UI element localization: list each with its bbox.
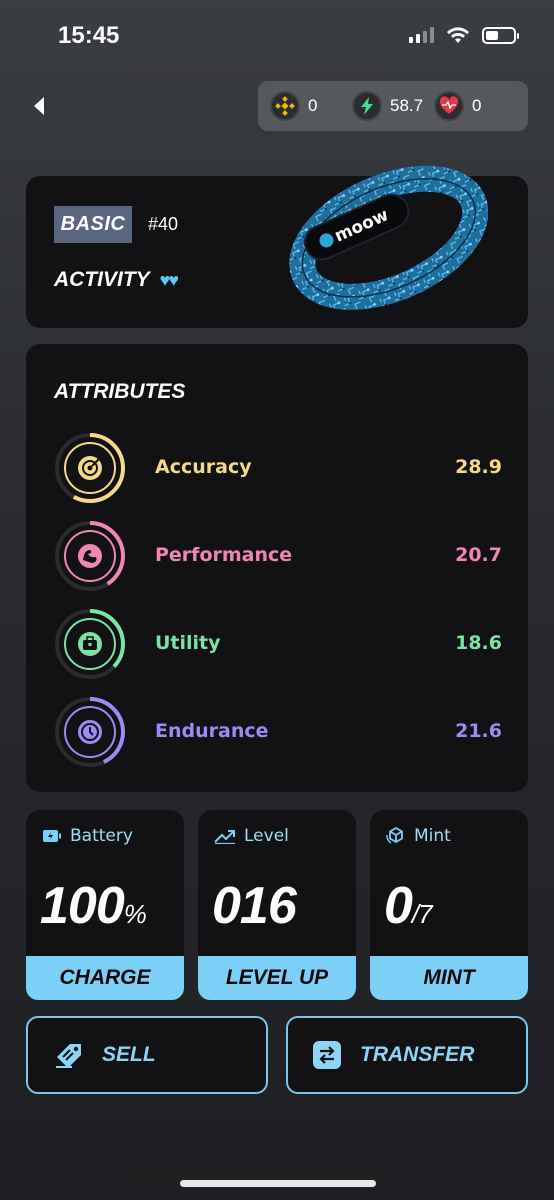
battery-card: Battery 100% CHARGE: [26, 810, 184, 1000]
level-card: Level 016 LEVEL UP: [198, 810, 356, 1000]
transfer-label: TRANSFER: [360, 1043, 475, 1066]
transfer-arrows-icon: [313, 1041, 341, 1069]
level-value: 016: [212, 877, 297, 935]
balance-bnb[interactable]: 0: [270, 91, 352, 121]
tier-badge: BASIC: [54, 206, 132, 243]
endurance-ring: [55, 697, 125, 767]
attribute-value: 20.7: [455, 544, 502, 566]
mint-value: 0/7: [384, 877, 433, 935]
balance-health[interactable]: 0: [434, 91, 516, 121]
nft-card: BASIC #40 ACTIVITY ♥♥ moow: [26, 165, 528, 328]
accuracy-ring: [55, 433, 125, 503]
battery-status-icon: [482, 26, 519, 44]
mint-cube-icon: [386, 826, 403, 844]
balance-value: 0: [308, 96, 318, 115]
battery-value: 100%: [40, 877, 147, 935]
clock-icon: [78, 720, 102, 744]
mint-header: Mint: [386, 826, 451, 846]
attribute-name: Endurance: [155, 720, 269, 742]
muscle-icon: [78, 544, 102, 568]
battery-label: Battery: [70, 826, 133, 846]
status-icons: [409, 26, 519, 44]
attribute-name: Utility: [155, 632, 221, 654]
attribute-utility: Utility 18.6: [54, 608, 502, 680]
attribute-endurance: Endurance 21.6: [54, 696, 502, 768]
chevron-left-icon: [34, 97, 44, 115]
battery-header: Battery: [42, 826, 133, 846]
balance-value: 0: [472, 96, 482, 115]
bracelet-image: moow: [289, 165, 488, 310]
balance-value: 58.7: [390, 96, 424, 115]
sell-button[interactable]: SELL: [26, 1016, 268, 1094]
charge-button[interactable]: CHARGE: [26, 956, 184, 1000]
attribute-value: 21.6: [455, 720, 502, 742]
activity-hearts-icon: ♥♥: [159, 269, 179, 290]
mint-button[interactable]: MINT: [370, 956, 528, 1000]
tag-icon: [56, 1044, 81, 1068]
attribute-name: Performance: [155, 544, 293, 566]
attribute-accuracy: Accuracy 28.9: [54, 432, 502, 504]
activity-label: ACTIVITY: [54, 268, 150, 291]
battery-icon: [43, 830, 61, 842]
target-icon: [78, 456, 102, 480]
back-button[interactable]: [30, 94, 54, 118]
utility-ring: [55, 609, 125, 679]
energy-coin-icon: [352, 91, 382, 121]
attribute-performance: Performance 20.7: [54, 520, 502, 592]
level-label: Level: [244, 826, 289, 846]
balance-energy[interactable]: 58.7: [352, 91, 434, 121]
home-indicator[interactable]: [180, 1180, 376, 1187]
sell-label: SELL: [102, 1043, 156, 1066]
attributes-title: ATTRIBUTES: [54, 380, 186, 403]
cellular-signal-icon: [409, 27, 434, 43]
mint-card: Mint 0/7 MINT: [370, 810, 528, 1000]
transfer-button[interactable]: TRANSFER: [286, 1016, 528, 1094]
status-bar: 15:45: [0, 0, 554, 76]
wifi-icon: [447, 27, 469, 43]
bnb-coin-icon: [270, 91, 300, 121]
attribute-name: Accuracy: [155, 456, 252, 478]
attribute-value: 28.9: [455, 456, 502, 478]
activity-row: ACTIVITY ♥♥: [54, 268, 179, 292]
balances-bar: 0 58.7 0: [258, 81, 528, 131]
trending-up-icon: [214, 830, 235, 844]
nft-id: #40: [148, 214, 179, 234]
attribute-value: 18.6: [455, 632, 502, 654]
level-header: Level: [214, 826, 289, 846]
performance-ring: [55, 521, 125, 591]
toolbox-icon: [78, 632, 102, 656]
mint-label: Mint: [414, 826, 451, 846]
health-coin-icon: [434, 91, 464, 121]
attributes-card: ATTRIBUTES Accuracy 28.9 Performance 20.…: [26, 344, 528, 792]
status-time: 15:45: [58, 22, 120, 49]
level-up-button[interactable]: LEVEL UP: [198, 956, 356, 1000]
